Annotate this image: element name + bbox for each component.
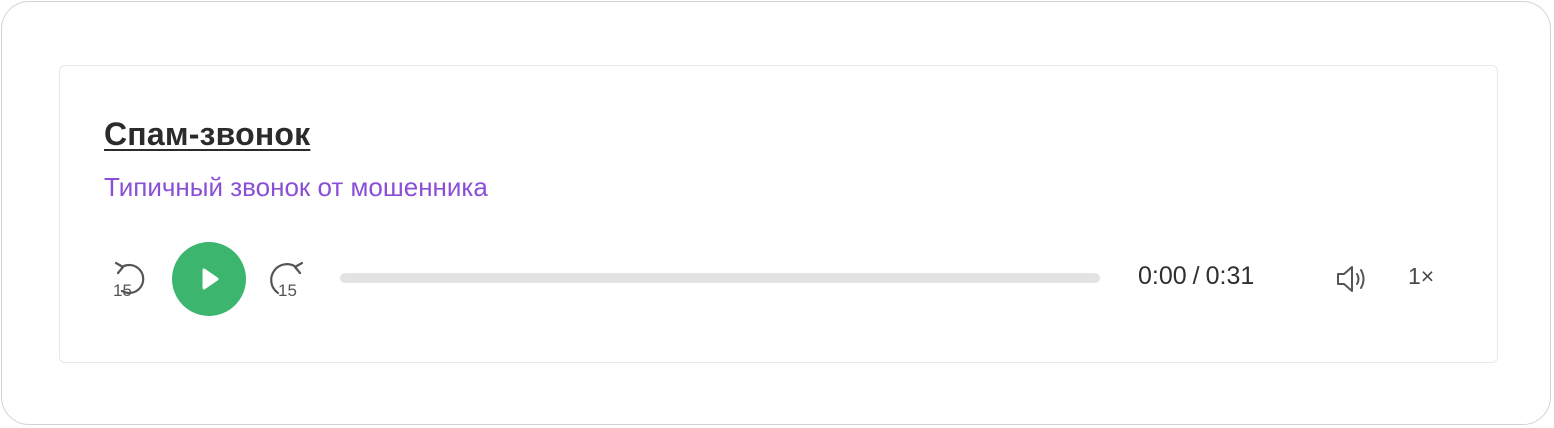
rewind-15-icon: 15: [113, 261, 145, 299]
skip-back-seconds: 15: [113, 281, 132, 299]
speed-button[interactable]: 1×: [1408, 263, 1434, 290]
audio-card: Спам-звонок Типичный звонок от мошенника…: [59, 65, 1498, 363]
skip-forward-button[interactable]: 15: [264, 259, 308, 299]
play-icon: [202, 268, 219, 290]
skip-back-button[interactable]: 15: [110, 259, 154, 299]
time-separator: /: [1192, 262, 1200, 290]
volume-button[interactable]: [1332, 259, 1372, 299]
time-display: 0:00/0:31: [1138, 262, 1254, 291]
skip-forward-seconds: 15: [278, 281, 297, 299]
forward-15-icon: 15: [270, 261, 304, 299]
current-time: 0:00: [1138, 262, 1187, 290]
duration: 0:31: [1205, 262, 1255, 290]
audio-player: 15 15 0:00 / 0:31 1×: [104, 242, 1454, 316]
card-title[interactable]: Спам-звонок: [104, 116, 310, 153]
progress-bar[interactable]: [340, 273, 1100, 283]
outer-frame: Спам-звонок Типичный звонок от мошенника…: [1, 1, 1551, 425]
play-button[interactable]: [172, 242, 246, 316]
card-subtitle: Типичный звонок от мошенника: [104, 172, 488, 202]
volume-icon: [1337, 266, 1365, 292]
